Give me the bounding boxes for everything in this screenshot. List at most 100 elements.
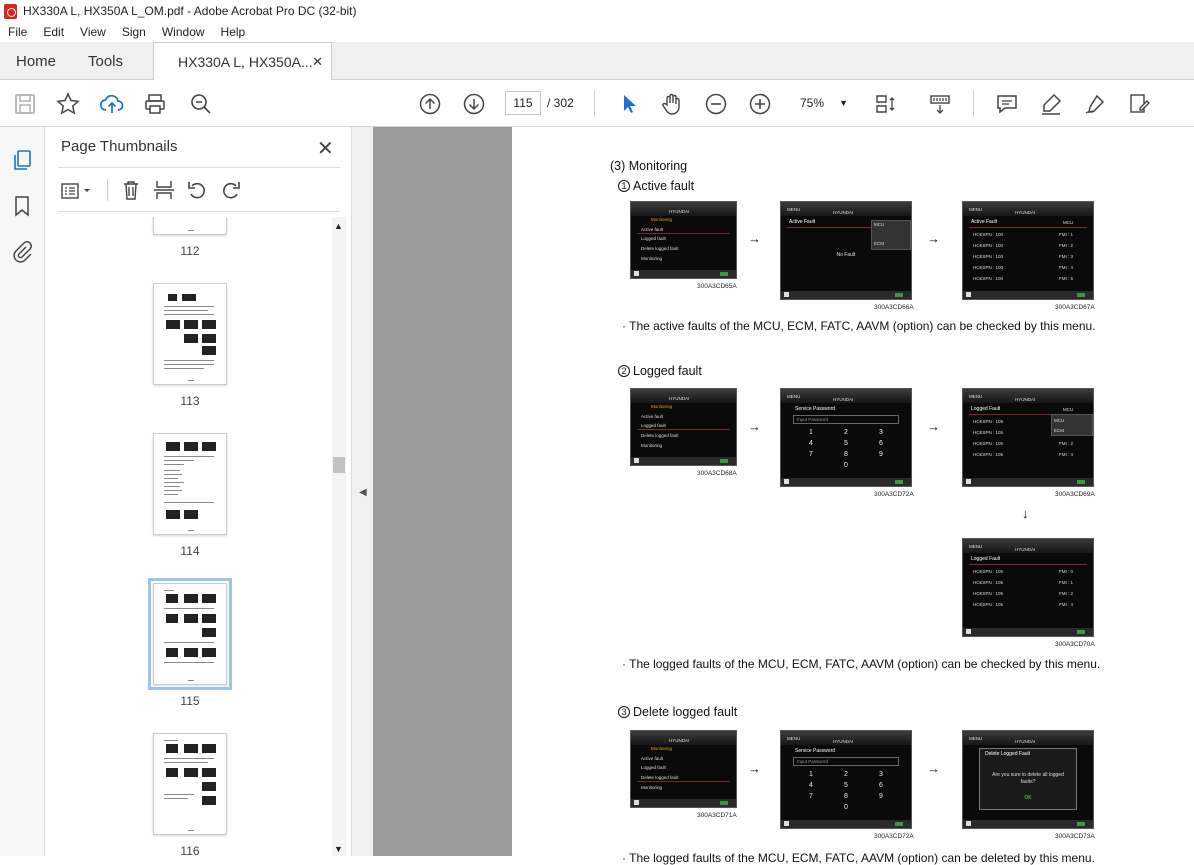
screen-element <box>634 458 639 463</box>
screen-element: 2 <box>844 429 848 436</box>
chevron-down-icon[interactable]: ▼ <box>334 844 343 854</box>
screen-logged-fault: MENU HYUNDAI Logged Fault MCU MCU ECM HCE… <box>962 388 1094 487</box>
search-zoom-icon[interactable] <box>189 92 213 116</box>
comment-icon[interactable] <box>995 92 1019 116</box>
menu-file[interactable]: File <box>0 25 35 39</box>
page-thumbnails-icon[interactable] <box>11 149 33 171</box>
divider <box>107 179 108 201</box>
bookmark-star-icon[interactable] <box>56 92 80 116</box>
thumbnail-115[interactable] <box>148 578 232 690</box>
chevron-up-icon[interactable]: ▲ <box>334 221 343 231</box>
close-icon[interactable]: ✕ <box>317 136 334 161</box>
screen-element <box>634 800 639 805</box>
screen-element: Monitoring <box>651 404 673 409</box>
thumbnail-scrollbar[interactable]: ▲ ▼ <box>332 217 346 856</box>
subsection-delete-logged-fault: 3 Delete logged fault <box>618 705 737 719</box>
tab-document[interactable]: HX330A L, HX350A... ✕ <box>153 42 332 81</box>
screen-element <box>1077 480 1085 484</box>
document-viewer: (3) Monitoring 1 Active fault HYUNDAI Mon… <box>373 127 1194 865</box>
screen-element: MENU HYUNDAI <box>781 731 911 745</box>
screen-element: HCESPN : 105 <box>973 452 1004 457</box>
screen-element <box>1077 630 1085 634</box>
close-tab-icon[interactable]: ✕ <box>312 54 323 70</box>
screen-element: 6 <box>879 440 883 447</box>
split-page-icon[interactable] <box>153 179 175 201</box>
title-bar: HX330A L, HX350A L_OM.pdf - Adobe Acroba… <box>0 0 1194 22</box>
screen-element: 1 <box>809 771 813 778</box>
thumbnail-114[interactable] <box>153 433 227 535</box>
screen-element: FMI : 3 <box>1059 254 1074 259</box>
screen-element: 4 <box>809 782 813 789</box>
screen-element: Monitoring <box>641 256 663 261</box>
sign-icon[interactable] <box>1083 92 1107 116</box>
screen-element: HYUNDAI <box>833 739 854 744</box>
screen-element: MENU <box>787 207 801 212</box>
zoom-in-icon[interactable] <box>748 92 772 116</box>
menu-help[interactable]: Help <box>213 25 254 39</box>
menu-view[interactable]: View <box>72 25 114 39</box>
menu-sign[interactable]: Sign <box>114 25 154 39</box>
thumbnail-112[interactable] <box>153 217 227 235</box>
bookmarks-icon[interactable] <box>11 195 33 217</box>
attachments-icon[interactable] <box>11 241 33 263</box>
figure-caption: 300A3CD73A <box>1055 833 1095 840</box>
screen-element: Active Fault <box>789 219 816 225</box>
thumbnail-113[interactable] <box>153 283 227 385</box>
screen-element: Are you sure to delete all logged <box>992 772 1064 778</box>
screen-element: Logged fault <box>641 236 666 241</box>
thumbnail-label: 112 <box>180 244 200 258</box>
screen-element: Monitoring <box>651 746 673 751</box>
toolbar: 115 / 302 75% ▼ <box>0 80 1194 127</box>
hand-tool-icon[interactable] <box>660 92 684 116</box>
screen-element: Delete logged fault <box>641 775 679 780</box>
rotate-left-icon[interactable] <box>186 179 208 201</box>
screen-element: ECM <box>1054 428 1064 433</box>
screen-logged-fault-list: MENU HYUNDAI Logged Fault HCESPN : 105 FMI… <box>962 538 1094 637</box>
screen-element: 5 <box>844 440 848 447</box>
save-icon[interactable] <box>13 92 37 116</box>
fill-sign-icon[interactable] <box>1127 92 1151 116</box>
menu-window[interactable]: Window <box>154 25 213 39</box>
print-icon[interactable] <box>143 92 167 116</box>
thumbnail-label: 113 <box>180 394 200 408</box>
screen-element: MENU <box>787 736 801 741</box>
screen-element: 7 <box>809 793 813 800</box>
screen-element: MENU HYUNDAI <box>781 202 911 216</box>
screen-element: Active Fault <box>971 219 998 225</box>
zoom-select[interactable]: 75% ▼ <box>790 91 854 115</box>
rotate-right-icon[interactable] <box>220 179 242 201</box>
previous-page-icon[interactable] <box>418 92 442 116</box>
figure-caption: 300A3CD70A <box>1055 641 1095 648</box>
zoom-out-icon[interactable] <box>704 92 728 116</box>
arrow-right: → <box>748 231 761 246</box>
subsection-title: Logged fault <box>633 364 702 378</box>
next-page-icon[interactable] <box>462 92 486 116</box>
screen-element: Active fault <box>641 756 664 761</box>
menu-edit[interactable]: Edit <box>35 25 72 39</box>
screen-element: Active fault <box>641 414 664 419</box>
delete-page-icon[interactable] <box>120 179 142 201</box>
options-menu-icon[interactable] <box>60 181 94 201</box>
screen-menu: HYUNDAI Monitoring Active fault Logged f… <box>630 388 737 466</box>
circled-number: 1 <box>618 180 630 192</box>
screen-element: HYUNDAI <box>833 210 854 215</box>
scrollbar-thumb[interactable] <box>333 457 345 473</box>
upload-cloud-icon[interactable] <box>99 92 124 116</box>
scroll-mode-icon[interactable] <box>928 92 952 116</box>
tab-tools[interactable]: Tools <box>88 42 123 80</box>
screen-element: 0 <box>844 462 848 469</box>
tab-home[interactable]: Home <box>16 42 56 80</box>
highlight-pen-icon[interactable] <box>1039 92 1063 116</box>
screen-element <box>631 457 736 465</box>
figure-caption: 300A3CD69A <box>1055 491 1095 498</box>
screen-element <box>637 233 730 234</box>
thumbnail-116[interactable] <box>153 733 227 835</box>
page-fit-icon[interactable] <box>873 92 897 116</box>
screen-element: Logged Fault <box>971 406 1001 412</box>
select-cursor-icon[interactable] <box>617 92 641 116</box>
screen-element: HYUNDAI <box>631 202 736 216</box>
page-number-input[interactable]: 115 <box>505 91 541 115</box>
collapse-panel-handle[interactable]: ◀ <box>351 127 373 856</box>
screen-element: faults? <box>1020 779 1036 785</box>
screen-element <box>784 479 789 484</box>
